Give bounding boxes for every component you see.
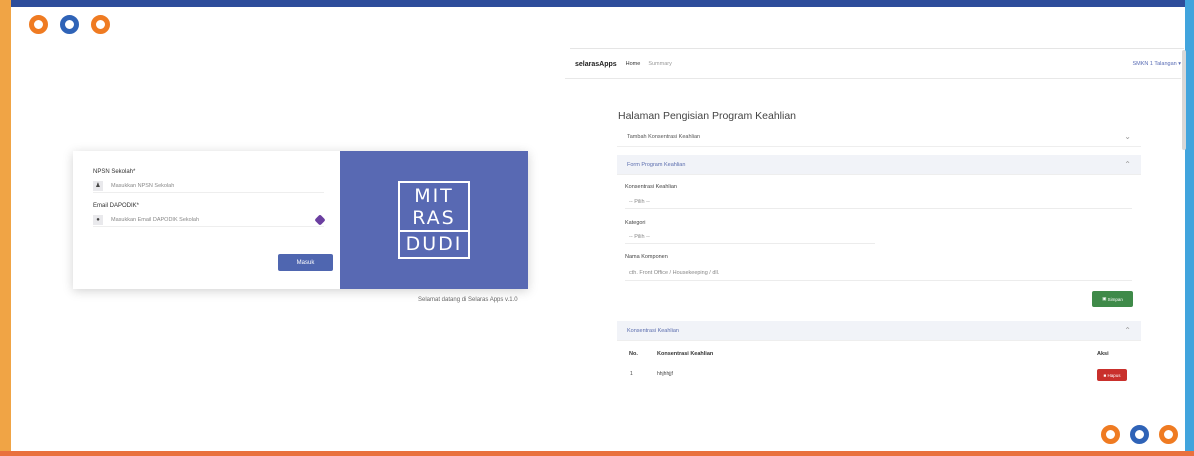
navbar: selarasApps Home Summary SMKN 1 Talangan… [575,57,1181,71]
decorative-ring-orange [1159,425,1178,444]
scrollbar[interactable] [1182,50,1186,150]
brand-panel: MIT RAS DUDI [340,151,528,289]
accordion-form-label: Form Program Keahlian [627,161,686,168]
decorative-ring-blue [1130,425,1149,444]
decorative-ring-orange [91,15,110,34]
decorative-ring-blue [60,15,79,34]
konsentrasi-label: Konsentrasi Keahlian [625,184,677,190]
login-form: NPSN Sekolah* ♟ Masukkan NPSN Sekolah Em… [73,151,340,289]
accordion-konsentrasi-list[interactable]: Konsentrasi Keahlian ⌃ [617,321,1141,341]
logo-line-2: RAS [412,207,456,229]
email-label: Email DAPODIK* [93,203,140,209]
table-cell-no: 1 [630,371,633,377]
logo-line-1: MIT [414,185,454,207]
user-menu[interactable]: SMKN 1 Talangan ▾ [1132,61,1181,67]
save-button[interactable]: ▣ Simpan [1092,291,1133,307]
chevron-down-icon[interactable]: ⌄ [1124,132,1131,141]
page-title: Halaman Pengisian Program Keahlian [618,110,797,122]
npsn-input[interactable]: ♟ Masukkan NPSN Sekolah [93,179,324,193]
delete-button[interactable]: ■ Hapus [1097,369,1127,381]
navbar-divider [565,78,1181,79]
frame-right-bar [1185,0,1194,456]
login-card: NPSN Sekolah* ♟ Masukkan NPSN Sekolah Em… [73,151,528,289]
table-header-konsentrasi: Konsentrasi Keahlian [657,351,714,357]
table-cell-name: hhjhhjjf [657,371,673,377]
komponen-input[interactable]: cth. Front Office / Housekeeping / dll. [625,265,1132,281]
accordion-add-konsentrasi[interactable]: Tambah Konsentrasi Keahlian ⌄ [617,127,1141,147]
decorative-ring-orange [1101,425,1120,444]
welcome-text: Selamat datang di Selaras Apps v.1.0 [418,297,518,303]
frame-bottom-bar [0,451,1194,456]
password-manager-icon[interactable] [314,213,326,226]
kategori-label: Kategori [625,220,646,226]
nav-home[interactable]: Home [626,61,641,67]
app-brand[interactable]: selarasApps [575,61,617,68]
email-input[interactable]: ● Masukkan Email DAPODIK Sekolah [93,213,326,227]
logo-divider [398,230,470,232]
frame-top-bar [0,0,1194,7]
komponen-label: Nama Komponen [625,254,668,260]
login-button[interactable]: Masuk [278,254,333,271]
table-header-no: No. [629,351,638,357]
nav-summary[interactable]: Summary [648,61,672,67]
mitras-dudi-logo: MIT RAS DUDI [398,181,470,259]
kategori-select[interactable]: -- Pilih -- [625,230,875,244]
lock-icon: ● [93,214,103,225]
konsentrasi-select[interactable]: -- Pilih -- [625,195,1132,209]
email-placeholder: Masukkan Email DAPODIK Sekolah [111,216,200,223]
chevron-up-icon[interactable]: ⌃ [1124,160,1131,169]
decorative-ring-orange [29,15,48,34]
user-icon: ♟ [93,180,103,191]
accordion-form-program[interactable]: Form Program Keahlian ⌃ [617,155,1141,175]
logo-line-3: DUDI [405,233,463,255]
accordion-add-label: Tambah Konsentrasi Keahlian [627,133,701,140]
npsn-placeholder: Masukkan NPSN Sekolah [111,182,175,189]
delete-label: Hapus [1107,372,1121,378]
chevron-up-icon[interactable]: ⌃ [1124,326,1131,335]
npsn-label: NPSN Sekolah* [93,169,136,175]
accordion-list-label: Konsentrasi Keahlian [627,327,679,334]
top-divider [570,48,1184,49]
table-header-aksi: Aksi [1097,351,1109,357]
save-label: Simpan [1107,296,1123,302]
frame-left-bar [0,0,11,456]
